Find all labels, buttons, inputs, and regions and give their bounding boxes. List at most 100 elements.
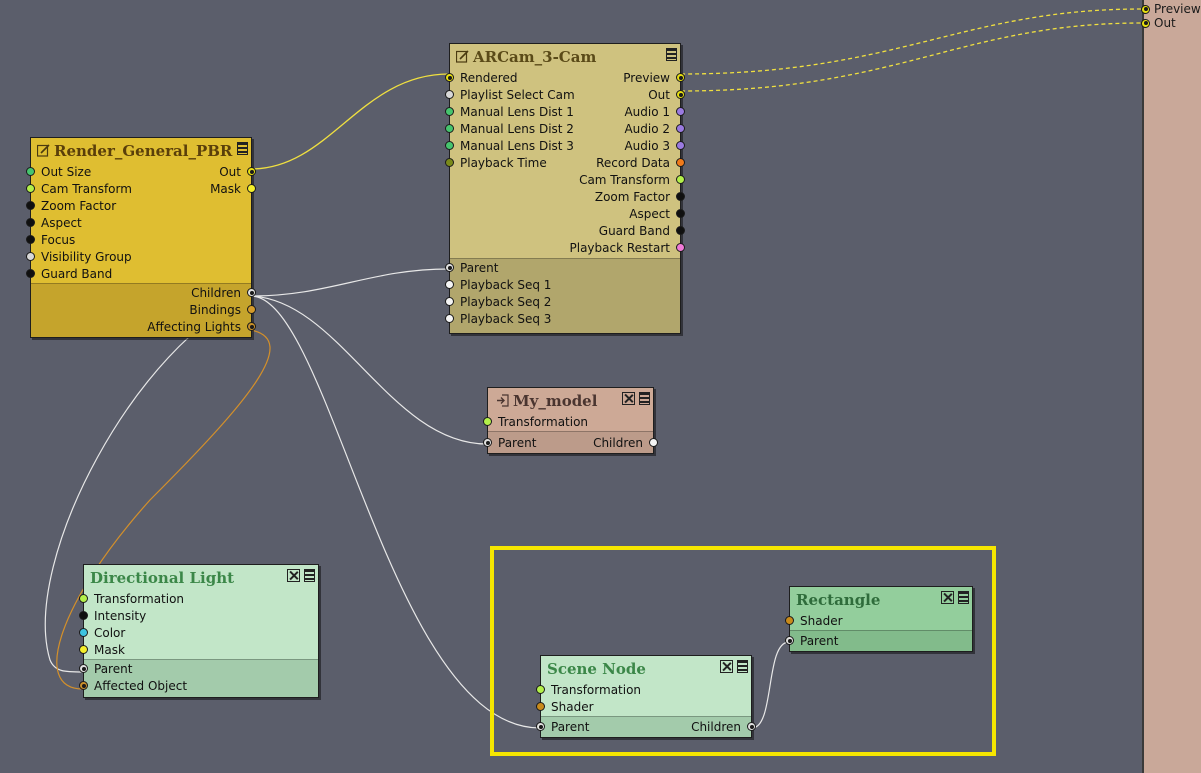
port-color-input[interactable] [79, 628, 88, 637]
close-icon[interactable] [622, 392, 635, 405]
port-playback-seq-1-input[interactable] [445, 280, 454, 289]
port-playlist-select-cam-input[interactable] [445, 90, 454, 99]
port-manual-lens-dist-1-input[interactable] [445, 107, 454, 116]
port-zoom-factor-input[interactable] [26, 201, 35, 210]
port-transformation-input[interactable] [536, 685, 545, 694]
panel-port-preview[interactable]: Preview [1137, 2, 1201, 16]
port-preview-output[interactable] [676, 73, 685, 82]
port-label: Parent [460, 261, 499, 275]
port-label: Parent [498, 436, 537, 450]
port-mask-input[interactable] [79, 645, 88, 654]
node-header[interactable]: Directional Light [84, 565, 318, 591]
port-row: Out Size Out [26, 164, 256, 181]
port-mask-output[interactable] [247, 184, 256, 193]
port-label: Parent [800, 634, 839, 648]
node-title: ARCam_3-Cam [456, 48, 596, 66]
port-parent-input[interactable] [785, 636, 794, 645]
port-cam-transform-input[interactable] [26, 184, 35, 193]
port-row: Affecting Lights [31, 319, 256, 336]
node-header[interactable]: ARCam_3-Cam [450, 44, 680, 70]
menu-icon[interactable] [639, 392, 650, 405]
port-playback-seq-2-input[interactable] [445, 297, 454, 306]
port-focus-input[interactable] [26, 235, 35, 244]
port-affecting-lights-output[interactable] [247, 322, 256, 331]
menu-icon[interactable] [958, 591, 969, 604]
port-zoom-factor-output[interactable] [676, 192, 685, 201]
port-row: Parent Children [483, 435, 658, 452]
node-header[interactable]: Rectangle [790, 587, 972, 613]
port-row: Manual Lens Dist 1 Audio 1 [445, 104, 685, 121]
port-out-output[interactable] [247, 167, 256, 176]
close-icon[interactable] [941, 591, 954, 604]
port-children-output[interactable] [247, 288, 256, 297]
node-my-model[interactable]: My_model Transformation Parent Children [483, 387, 658, 454]
port-rendered-input[interactable] [445, 73, 454, 82]
port-label: Record Data [596, 156, 670, 170]
port-dot[interactable] [1141, 4, 1150, 14]
port-label: Shader [551, 700, 594, 714]
port-parent-input[interactable] [483, 438, 492, 447]
port-guard-band-output[interactable] [676, 226, 685, 235]
edit-icon[interactable] [456, 50, 469, 63]
port-shader-input[interactable] [785, 616, 794, 625]
port-label: Transformation [94, 592, 185, 606]
port-label: Playback Restart [569, 241, 671, 255]
port-audio-2-output[interactable] [676, 124, 685, 133]
port-row: Parent [79, 661, 318, 678]
port-guard-band-input[interactable] [26, 269, 35, 278]
port-bindings-output[interactable] [247, 305, 256, 314]
port-visibility-group-input[interactable] [26, 252, 35, 261]
port-row: Playlist Select Cam Out [445, 87, 685, 104]
close-icon[interactable] [720, 660, 733, 673]
port-aspect-input[interactable] [26, 218, 35, 227]
node-directional-light[interactable]: Directional Light Transformation Intensit… [79, 564, 319, 698]
port-audio-1-output[interactable] [676, 107, 685, 116]
edit-icon[interactable] [37, 144, 50, 157]
port-audio-3-output[interactable] [676, 141, 685, 150]
port-row: Parent Children [536, 719, 756, 736]
port-manual-lens-dist-2-input[interactable] [445, 124, 454, 133]
node-render-general-pbr[interactable]: Render_General_PBR Out Size Out Cam Transf… [26, 137, 256, 338]
port-transformation-input[interactable] [79, 594, 88, 603]
port-parent-input[interactable] [79, 664, 88, 673]
port-playback-seq-3-input[interactable] [445, 314, 454, 323]
panel-port-out[interactable]: Out [1137, 16, 1176, 30]
port-row: Playback Seq 1 [445, 277, 680, 294]
node-scene-node[interactable]: Scene Node Transformation Shader Parent Ch… [536, 655, 756, 738]
port-children-output[interactable] [747, 722, 756, 731]
node-arcam-3-cam[interactable]: ARCam_3-Cam Rendered Preview Playlist Sele… [445, 43, 685, 334]
port-cam-transform-output[interactable] [676, 175, 685, 184]
port-row: Playback Seq 2 [445, 294, 680, 311]
menu-icon[interactable] [666, 48, 677, 61]
port-out-output[interactable] [676, 90, 685, 99]
node-header[interactable]: Render_General_PBR [31, 138, 251, 164]
port-label: Out Size [41, 165, 92, 179]
port-manual-lens-dist-3-input[interactable] [445, 141, 454, 150]
port-affected-object-input[interactable] [79, 681, 88, 690]
port-parent-input[interactable] [536, 722, 545, 731]
wire-out-to-rendered [250, 73, 450, 170]
port-transformation-input[interactable] [483, 417, 492, 426]
port-out-size-input[interactable] [26, 167, 35, 176]
port-record-data-output[interactable] [676, 158, 685, 167]
port-children-output[interactable] [649, 438, 658, 447]
port-playback-time-input[interactable] [445, 158, 454, 167]
port-label: Playback Seq 2 [460, 295, 552, 309]
port-row: Shader [785, 613, 972, 630]
port-label: Focus [41, 233, 76, 247]
node-header[interactable]: My_model [488, 388, 653, 414]
menu-icon[interactable] [237, 142, 248, 155]
port-label: Color [94, 626, 126, 640]
port-intensity-input[interactable] [79, 611, 88, 620]
menu-icon[interactable] [304, 569, 315, 582]
port-playback-restart-output[interactable] [676, 243, 685, 252]
port-aspect-output[interactable] [676, 209, 685, 218]
port-shader-input[interactable] [536, 702, 545, 711]
node-rectangle[interactable]: Rectangle Shader Parent [785, 586, 973, 652]
port-dot[interactable] [1141, 18, 1150, 28]
node-header[interactable]: Scene Node [541, 656, 751, 682]
menu-icon[interactable] [737, 660, 748, 673]
close-icon[interactable] [287, 569, 300, 582]
port-label: Audio 3 [624, 139, 670, 153]
port-parent-input[interactable] [445, 263, 454, 272]
